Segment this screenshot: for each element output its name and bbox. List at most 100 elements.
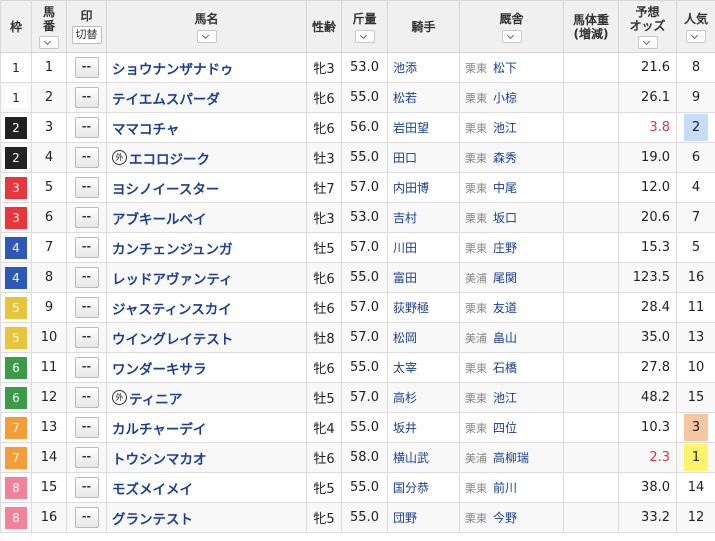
trainer-link[interactable]: 松下 xyxy=(493,61,517,75)
mark-select-button[interactable]: -- xyxy=(74,267,99,288)
mark-select-button[interactable]: -- xyxy=(74,117,99,138)
jockey-link[interactable]: 岩田望 xyxy=(393,121,429,135)
horse-name-text[interactable]: ジャスティンスカイ xyxy=(112,298,232,318)
sort-chevron-down-icon[interactable] xyxy=(686,30,706,43)
mark-select-button[interactable]: -- xyxy=(74,297,99,318)
jockey-link[interactable]: 高杉 xyxy=(393,391,417,405)
mark-select-button[interactable]: -- xyxy=(74,237,99,258)
mark-select-button[interactable]: -- xyxy=(74,417,99,438)
mark-select-button[interactable]: -- xyxy=(74,177,99,198)
sort-chevron-down-icon[interactable] xyxy=(39,35,59,49)
mark-select-button[interactable]: -- xyxy=(74,387,99,408)
sort-chevron-down-icon[interactable] xyxy=(637,35,658,49)
trainer-link[interactable]: 池江 xyxy=(493,391,517,405)
jockey-link[interactable]: 坂井 xyxy=(393,421,417,435)
trainer-link[interactable]: 庄野 xyxy=(493,241,517,255)
mark-select-button[interactable]: -- xyxy=(74,357,99,378)
jockey-link[interactable]: 松若 xyxy=(393,91,417,105)
horse-name-text[interactable]: ママコチャ xyxy=(112,118,179,138)
table-row: 8 15 -- モズメイメイ 牝5 55.0 国分恭 栗東 前川 38.0 14 xyxy=(0,472,715,503)
jockey-link[interactable]: 団野 xyxy=(393,511,417,525)
mark-select-button[interactable]: -- xyxy=(74,507,99,528)
horse-name-text[interactable]: レッドアヴァンティ xyxy=(112,268,233,288)
horse-name-link[interactable]: アブキールベイ xyxy=(112,208,207,228)
trainer-link[interactable]: 森秀 xyxy=(493,151,517,165)
col-header-popularity[interactable]: 人気 xyxy=(676,0,715,53)
col-header-weight[interactable]: 斤量 xyxy=(341,0,388,53)
jockey-link[interactable]: 横山武 xyxy=(393,451,429,465)
mark-select-button[interactable]: -- xyxy=(74,447,99,468)
horse-name-link[interactable]: 外エコロジーク xyxy=(112,148,210,168)
horse-name-text[interactable]: エコロジーク xyxy=(129,148,210,168)
col-header-stable[interactable]: 厩舎 xyxy=(459,0,564,53)
trainer-link[interactable]: 尾関 xyxy=(493,271,517,285)
stable-region: 栗東 xyxy=(465,392,487,405)
horse-name-link[interactable]: ショウナンザナドゥ xyxy=(112,58,234,78)
jockey-link[interactable]: 川田 xyxy=(393,241,417,255)
horse-name-link[interactable]: 外ティニア xyxy=(112,388,182,408)
mark-select-button[interactable]: -- xyxy=(74,147,99,168)
col-header-name[interactable]: 馬名 xyxy=(106,0,307,53)
horse-name-text[interactable]: ショウナンザナドゥ xyxy=(112,58,234,78)
horse-name-text[interactable]: ウイングレイテスト xyxy=(112,328,233,348)
trainer-link[interactable]: 池江 xyxy=(493,121,517,135)
jockey-link[interactable]: 田口 xyxy=(393,151,417,165)
mark-select-button[interactable]: -- xyxy=(74,207,99,228)
trainer-link[interactable]: 中尾 xyxy=(493,181,517,195)
horse-name-text[interactable]: ワンダーキサラ xyxy=(112,358,207,378)
trainer-link[interactable]: 今野 xyxy=(493,511,517,525)
waku-badge: 1 xyxy=(5,56,27,79)
horse-number: 5 xyxy=(31,172,67,203)
horse-name-link[interactable]: ヨシノイースター xyxy=(112,178,219,198)
trainer-link[interactable]: 友道 xyxy=(493,301,517,315)
trainer-link[interactable]: 小椋 xyxy=(493,91,517,105)
mark-select-button[interactable]: -- xyxy=(74,327,99,348)
sort-chevron-down-icon[interactable] xyxy=(501,30,522,43)
trainer-link[interactable]: 石橋 xyxy=(493,361,517,375)
horse-name-text[interactable]: カンチェンジュンガ xyxy=(112,238,233,258)
col-header-odds[interactable]: 予想 オッズ xyxy=(618,0,677,53)
mark-toggle-button[interactable]: 切替 xyxy=(71,26,102,44)
trainer-link[interactable]: 畠山 xyxy=(493,331,517,345)
horse-name-link[interactable]: グランテスト xyxy=(112,508,193,528)
trainer-link[interactable]: 前川 xyxy=(493,481,517,495)
jockey-link[interactable]: 内田博 xyxy=(393,181,429,195)
body-weight xyxy=(563,502,619,533)
jockey-link[interactable]: 国分恭 xyxy=(393,481,429,495)
horse-name-link[interactable]: ワンダーキサラ xyxy=(112,358,207,378)
sort-chevron-down-icon[interactable] xyxy=(196,30,217,43)
trainer-link[interactable]: 高柳瑞 xyxy=(493,451,529,465)
horse-name-link[interactable]: カルチャーデイ xyxy=(112,418,206,438)
horse-name-text[interactable]: アブキールベイ xyxy=(112,208,207,228)
horse-name-text[interactable]: ティニア xyxy=(129,388,182,408)
col-header-umaban[interactable]: 馬番 xyxy=(31,0,67,53)
trainer-link[interactable]: 四位 xyxy=(493,421,517,435)
horse-name-text[interactable]: ヨシノイースター xyxy=(112,178,219,198)
jockey-link[interactable]: 太宰 xyxy=(393,361,417,375)
trainer-link[interactable]: 坂口 xyxy=(493,211,517,225)
horse-name-link[interactable]: モズメイメイ xyxy=(112,478,193,498)
horse-name-text[interactable]: テイエムスパーダ xyxy=(112,88,220,108)
jockey-link[interactable]: 松岡 xyxy=(393,331,417,345)
horse-name-link[interactable]: ウイングレイテスト xyxy=(112,328,233,348)
horse-name-text[interactable]: グランテスト xyxy=(112,508,193,528)
mark-select-button[interactable]: -- xyxy=(74,87,99,108)
sort-chevron-down-icon[interactable] xyxy=(354,30,375,43)
jockey-link[interactable]: 吉村 xyxy=(393,211,417,225)
horse-name-link[interactable]: カンチェンジュンガ xyxy=(112,238,233,258)
horse-name-text[interactable]: カルチャーデイ xyxy=(112,418,206,438)
horse-name-link[interactable]: ママコチャ xyxy=(112,118,179,138)
horse-name-link[interactable]: テイエムスパーダ xyxy=(112,88,220,108)
horse-number: 1 xyxy=(31,52,67,83)
jockey-link[interactable]: 荻野極 xyxy=(393,301,429,315)
table-row: 4 8 -- レッドアヴァンティ 牝6 55.0 富田 美浦 尾関 123.5 16 xyxy=(0,262,715,293)
horse-name-link[interactable]: レッドアヴァンティ xyxy=(112,268,233,288)
jockey-link[interactable]: 富田 xyxy=(393,271,417,285)
mark-select-button[interactable]: -- xyxy=(74,57,99,78)
horse-name-link[interactable]: トウシンマカオ xyxy=(112,448,207,468)
jockey-link[interactable]: 池添 xyxy=(393,61,417,75)
horse-name-link[interactable]: ジャスティンスカイ xyxy=(112,298,232,318)
horse-name-text[interactable]: トウシンマカオ xyxy=(112,448,207,468)
mark-select-button[interactable]: -- xyxy=(74,477,99,498)
horse-name-text[interactable]: モズメイメイ xyxy=(112,478,193,498)
